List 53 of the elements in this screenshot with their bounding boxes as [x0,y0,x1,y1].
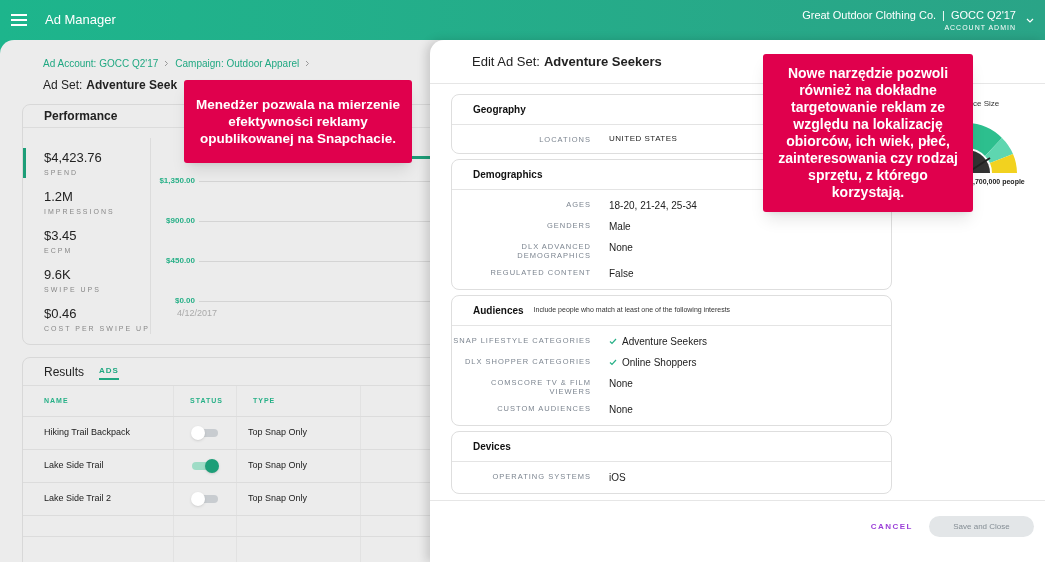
metric-value: 9.6K [44,266,72,284]
check-icon [609,338,617,345]
section-title: Geography [473,103,526,117]
chevron-right-icon [164,60,170,67]
section-title: Devices [473,440,511,454]
field-value: UNITED STATES [609,133,678,145]
table-cell-text: Hiking Trail Backpack [43,426,131,440]
axis-tick: $0.00 [173,295,195,307]
metric-value: $4,423.76 [44,149,103,167]
chevron-right-icon [305,60,311,67]
card-title: Results [44,363,84,381]
toggle-switch[interactable] [191,459,219,473]
field-value: None [609,241,633,255]
axis-tick: $450.00 [165,255,195,267]
page-title-prefix: Ad Set: [43,77,83,94]
separator: | [942,7,945,23]
check-icon [609,359,617,366]
field-value: iOS [609,471,626,485]
metric-value: $3.45 [44,227,78,245]
table-cell-text: Lake Side Trail [43,459,104,473]
toggle-switch[interactable] [191,492,219,506]
axis-label: 4/12/2017 [177,307,218,320]
field-value: Adventure Seekers [622,335,708,349]
drawer-title: Adventure Seekers [543,52,662,71]
axis-tick: $1,350.00 [158,175,195,187]
campaign-code: GOCC Q2'17 [950,7,1016,23]
table-cell-text: Top Snap Only [247,426,308,440]
callout: Nowe narzędzie pozwoli również na dokładne targetowanie reklam ze względu na lokalizację obiorców, ich wiek, płeć, zainteresowania czy rodzaj sprzętu, z którego korzystają. [763,54,973,212]
menu-icon[interactable] [11,14,27,26]
chevron-down-icon[interactable] [1026,17,1034,23]
section-title: Audiences [473,304,524,318]
audience-size-label: ce Size [973,98,1000,110]
axis-tick: $900.00 [165,215,195,227]
table-cell-text: Lake Side Trail 2 [43,492,112,506]
account-name: Great Outdoor Clothing Co. [802,7,937,23]
field-value: None [609,403,633,417]
field-value: Online Shoppers [622,356,697,370]
metric-value: $0.46 [44,305,78,323]
field-value: False [609,267,634,281]
table-cell-text: Top Snap Only [247,459,308,473]
section-title: Demographics [473,168,543,182]
card-title: Performance [44,108,118,125]
toggle-switch[interactable] [191,426,219,440]
cancel-button[interactable]: CANCEL [870,520,913,533]
page-title: Adventure Seek [86,77,178,94]
table-cell-text: Top Snap Only [247,492,308,506]
drawer-title-prefix: Edit Ad Set: [472,52,540,71]
callout: Menedżer pozwala na mierzenie efektywności reklamy opublikowanej na Snapchacie. [184,80,412,163]
field-value: Male [609,220,631,234]
metric-value: 1.2M [44,188,74,206]
field-value: None [609,377,633,391]
field-value: 18-20, 21-24, 25-34 [609,199,697,213]
app-title: Ad Manager [45,11,116,30]
